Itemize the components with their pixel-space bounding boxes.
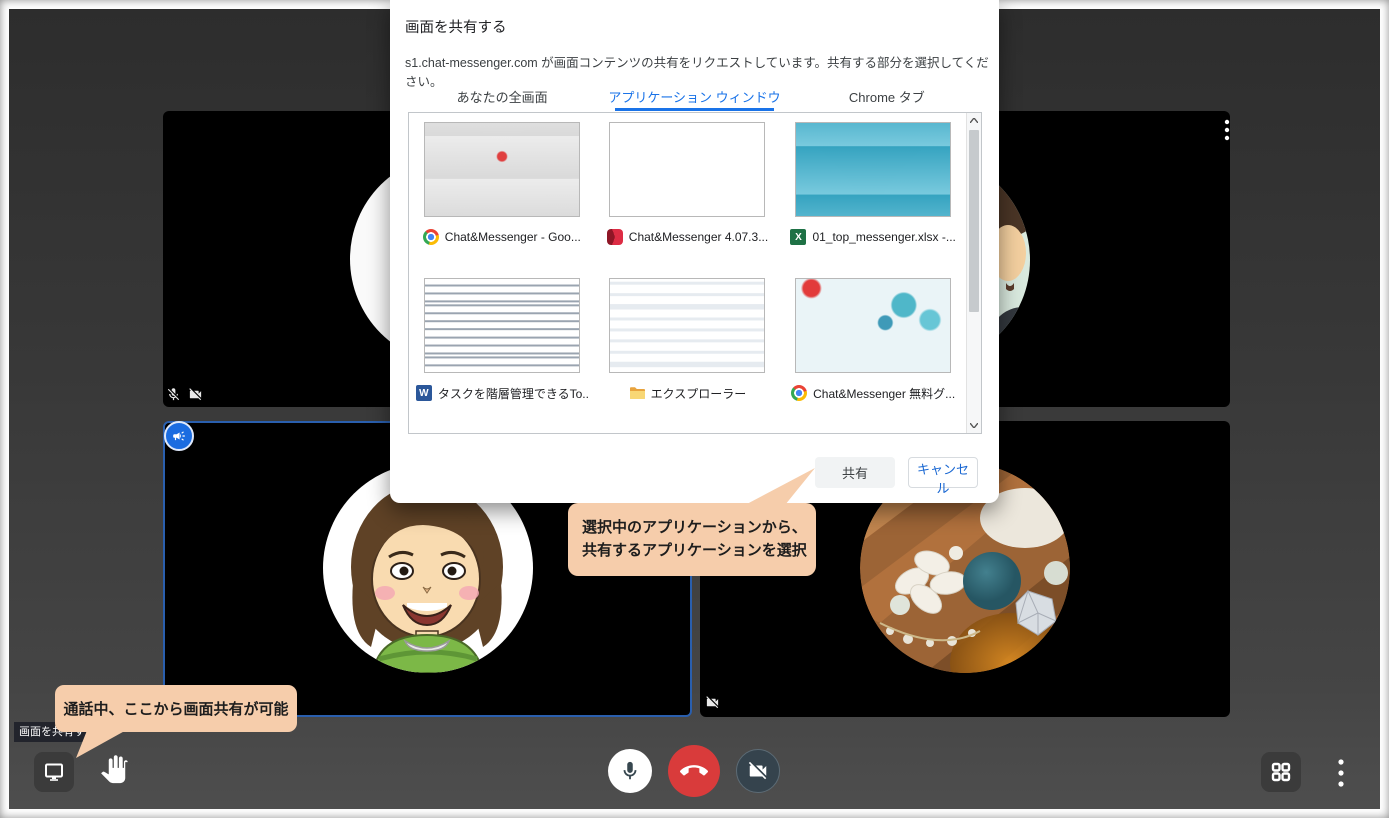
- callout-line: 通話中、ここから画面共有が可能: [63, 698, 288, 719]
- megaphone-icon: [172, 429, 186, 443]
- window-preview: [609, 122, 765, 217]
- chrome-icon: [791, 385, 807, 401]
- window-title: タスクを階層管理できるTo...: [438, 385, 588, 402]
- window-preview: [424, 278, 580, 373]
- more-vertical-icon: [1334, 756, 1348, 790]
- folder-icon: [629, 385, 645, 401]
- window-preview: [424, 122, 580, 217]
- window-preview: [795, 278, 951, 373]
- excel-icon: [790, 229, 806, 245]
- mic-button[interactable]: [608, 749, 652, 793]
- grid-view-icon: [1269, 760, 1293, 784]
- screen-share-dialog: 画面を共有する s1.chat-messenger.com が画面コンテンツの共…: [390, 0, 999, 503]
- window-preview: [795, 122, 951, 217]
- callout-line: 共有するアプリケーションを選択: [582, 539, 816, 562]
- tab-entire-screen[interactable]: あなたの全画面: [406, 84, 598, 108]
- window-title: エクスプローラー: [651, 385, 747, 402]
- cancel-button[interactable]: キャンセル: [908, 457, 978, 488]
- window-title: Chat&Messenger 4.07.3...: [629, 230, 768, 244]
- callout-tail: [68, 728, 138, 760]
- scroll-down-arrow[interactable]: [967, 418, 981, 433]
- tile-more-menu[interactable]: [1214, 118, 1240, 145]
- window-title: 01_top_messenger.xlsx -...: [812, 230, 955, 244]
- scroll-up-arrow[interactable]: [967, 113, 981, 128]
- thumbnail-scrollbar[interactable]: [966, 113, 981, 433]
- callout-tail: [745, 468, 820, 506]
- speaking-indicator-badge: [164, 421, 194, 451]
- tab-chrome-tab[interactable]: Chrome タブ: [791, 84, 983, 108]
- callout-select-application: 選択中のアプリケーションから、 共有するアプリケーションを選択: [568, 503, 816, 576]
- mic-on-icon: [619, 760, 641, 782]
- dialog-title: 画面を共有する: [405, 16, 507, 37]
- more-options-button[interactable]: [1328, 755, 1354, 794]
- screen-share-icon: [42, 760, 66, 784]
- hang-up-button[interactable]: [668, 745, 720, 797]
- more-vertical-icon: [1220, 119, 1234, 141]
- app-window-thumbnail-4[interactable]: タスクを階層管理できるTo...: [409, 278, 595, 434]
- window-thumbnail-panel: Chat&Messenger - Goo... Chat&Messenger 4…: [408, 112, 982, 434]
- app-window-thumbnail-6[interactable]: Chat&Messenger 無料グ...: [780, 278, 966, 434]
- share-button[interactable]: 共有: [815, 457, 895, 488]
- camera-off-icon: [705, 695, 720, 715]
- chat-messenger-icon: [607, 229, 623, 245]
- camera-off-icon: [747, 760, 769, 782]
- tab-application-window[interactable]: アプリケーション ウィンドウ: [598, 84, 790, 108]
- share-source-tabs: あなたの全画面 アプリケーション ウィンドウ Chrome タブ: [406, 84, 983, 108]
- chrome-icon: [423, 229, 439, 245]
- app-window-thumbnail-1[interactable]: Chat&Messenger - Goo...: [409, 122, 595, 278]
- word-icon: [416, 385, 432, 401]
- hang-up-icon: [680, 757, 708, 785]
- callout-line: 選択中のアプリケーションから、: [582, 516, 816, 539]
- app-window-thumbnail-2[interactable]: Chat&Messenger 4.07.3...: [595, 122, 781, 278]
- scrollbar-thumb[interactable]: [969, 130, 979, 312]
- mic-off-icon: [166, 387, 181, 407]
- grid-view-button[interactable]: [1261, 752, 1301, 792]
- window-title: Chat&Messenger 無料グ...: [813, 385, 955, 402]
- window-preview: [609, 278, 765, 373]
- callout-screen-share-hint: 通話中、ここから画面共有が可能: [55, 685, 297, 732]
- window-title: Chat&Messenger - Goo...: [445, 230, 581, 244]
- camera-off-icon: [188, 387, 203, 407]
- camera-toggle-button[interactable]: [736, 749, 780, 793]
- app-window-thumbnail-3[interactable]: 01_top_messenger.xlsx -...: [780, 122, 966, 278]
- app-window-thumbnail-5[interactable]: エクスプローラー: [595, 278, 781, 434]
